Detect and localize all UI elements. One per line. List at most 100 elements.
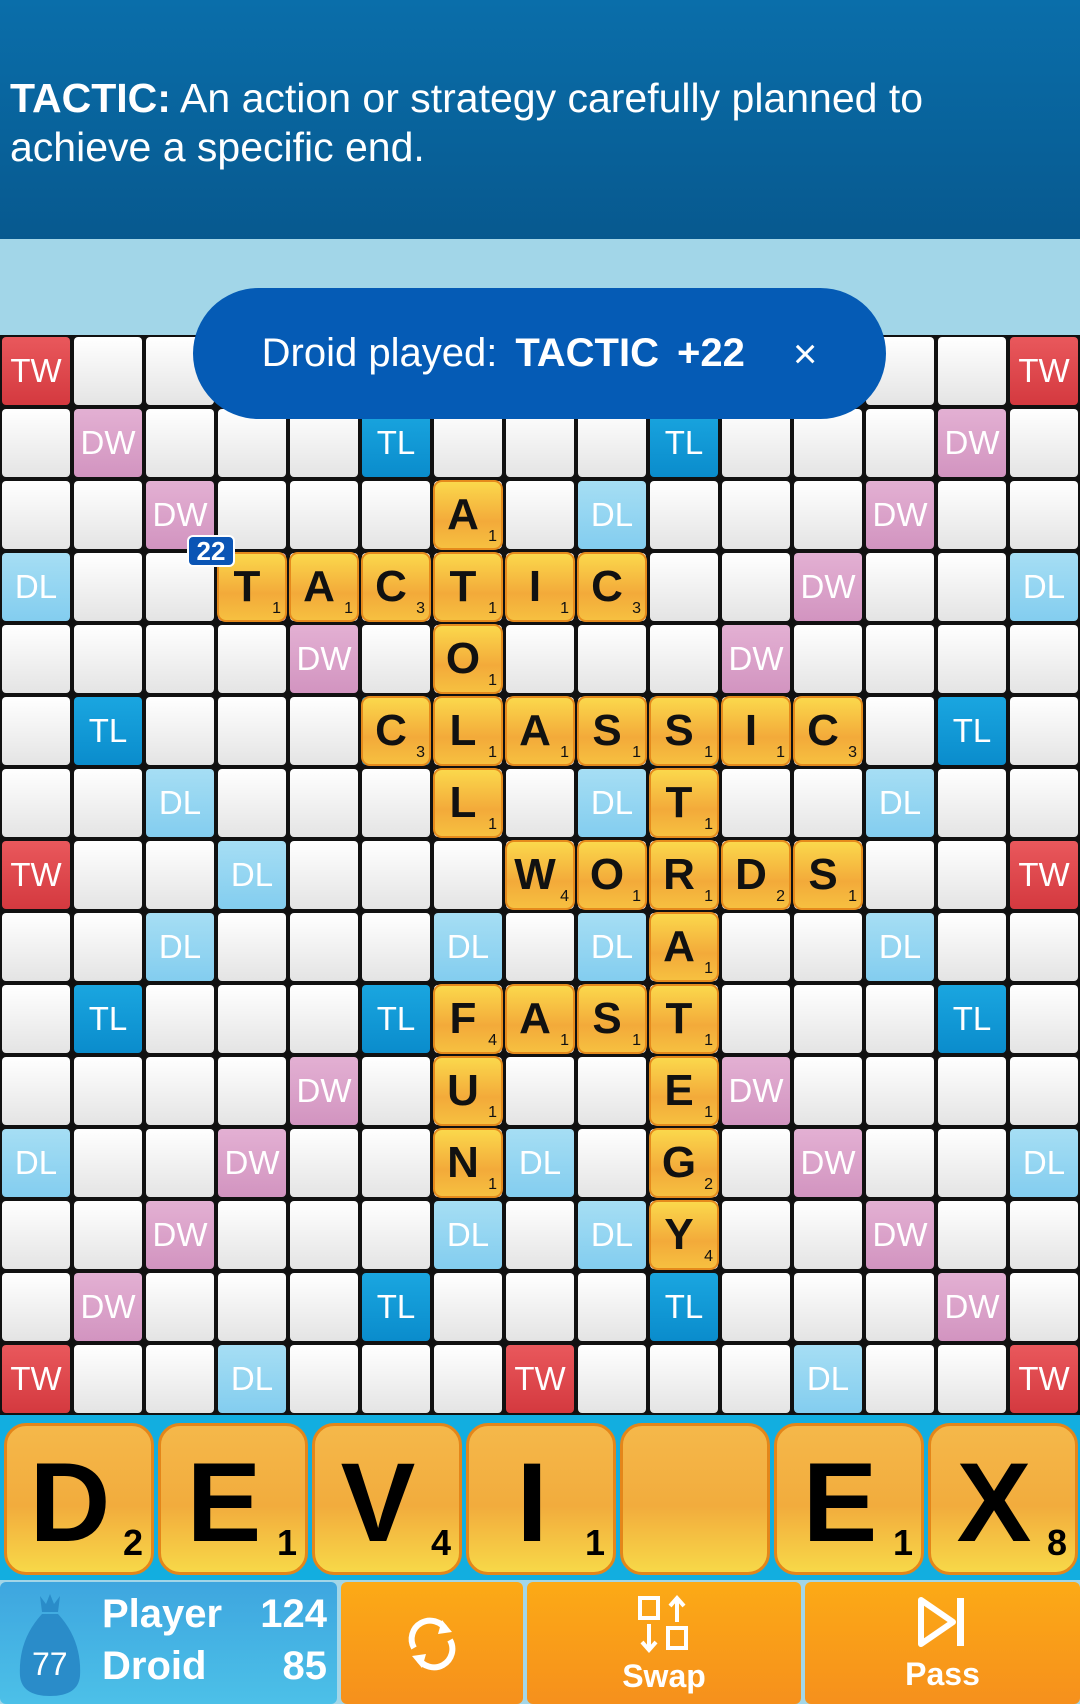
premium-square-dw[interactable]: DW bbox=[218, 1129, 286, 1197]
board-square[interactable] bbox=[794, 985, 862, 1053]
game-board[interactable]: TWDLTWDLTWDWTLTLDWDWDLDWDLDWDWDLDWDWTLTL… bbox=[0, 335, 1080, 1415]
premium-square-tl[interactable]: TL bbox=[938, 985, 1006, 1053]
premium-square-dw[interactable]: DW bbox=[866, 481, 934, 549]
board-square[interactable] bbox=[74, 1345, 142, 1413]
board-square[interactable] bbox=[362, 481, 430, 549]
board-square[interactable] bbox=[722, 1201, 790, 1269]
board-square[interactable] bbox=[506, 625, 574, 693]
pass-button[interactable]: Pass bbox=[805, 1582, 1080, 1704]
board-square[interactable] bbox=[74, 769, 142, 837]
board-square[interactable] bbox=[290, 1129, 358, 1197]
premium-square-dw[interactable]: DW bbox=[290, 1057, 358, 1125]
board-square[interactable] bbox=[650, 625, 718, 693]
board-square[interactable] bbox=[1010, 697, 1078, 765]
premium-square-tw[interactable]: TW bbox=[1010, 1345, 1078, 1413]
premium-square-tl[interactable]: TL bbox=[74, 985, 142, 1053]
premium-square-dl[interactable]: DL bbox=[506, 1129, 574, 1197]
board-square[interactable] bbox=[1010, 409, 1078, 477]
board-square[interactable] bbox=[578, 1129, 646, 1197]
board-square[interactable] bbox=[74, 1129, 142, 1197]
board-square[interactable] bbox=[1010, 1273, 1078, 1341]
board-square[interactable] bbox=[938, 481, 1006, 549]
board-square[interactable] bbox=[938, 1129, 1006, 1197]
premium-square-dl[interactable]: DL bbox=[578, 769, 646, 837]
board-square[interactable] bbox=[578, 625, 646, 693]
board-square[interactable] bbox=[722, 1345, 790, 1413]
board-square[interactable] bbox=[362, 1201, 430, 1269]
board-square[interactable] bbox=[362, 769, 430, 837]
board-square[interactable] bbox=[74, 625, 142, 693]
board-square[interactable] bbox=[290, 1345, 358, 1413]
board-square[interactable] bbox=[578, 1273, 646, 1341]
premium-square-tl[interactable]: TL bbox=[650, 1273, 718, 1341]
board-square[interactable] bbox=[650, 553, 718, 621]
premium-square-dl[interactable]: DL bbox=[2, 553, 70, 621]
premium-square-dl[interactable]: DL bbox=[1010, 553, 1078, 621]
premium-square-dw[interactable]: DW bbox=[938, 1273, 1006, 1341]
board-square[interactable] bbox=[146, 409, 214, 477]
premium-square-dl[interactable]: DL bbox=[578, 481, 646, 549]
premium-square-dl[interactable]: DL bbox=[794, 1345, 862, 1413]
board-square[interactable] bbox=[722, 409, 790, 477]
premium-square-dl[interactable]: DL bbox=[578, 1201, 646, 1269]
board-square[interactable] bbox=[362, 625, 430, 693]
premium-square-dw[interactable]: DW bbox=[938, 409, 1006, 477]
premium-square-tw[interactable]: TW bbox=[2, 337, 70, 405]
board-square[interactable] bbox=[650, 481, 718, 549]
board-square[interactable] bbox=[362, 841, 430, 909]
premium-square-dw[interactable]: DW bbox=[794, 1129, 862, 1197]
premium-square-tw[interactable]: TW bbox=[1010, 841, 1078, 909]
board-square[interactable] bbox=[866, 1129, 934, 1197]
board-square[interactable] bbox=[2, 409, 70, 477]
board-square[interactable] bbox=[218, 913, 286, 981]
premium-square-tl[interactable]: TL bbox=[74, 697, 142, 765]
board-square[interactable] bbox=[290, 841, 358, 909]
rack-tile[interactable]: X8 bbox=[928, 1423, 1078, 1575]
premium-square-dl[interactable]: DL bbox=[866, 913, 934, 981]
premium-square-tl[interactable]: TL bbox=[650, 409, 718, 477]
board-square[interactable] bbox=[794, 1201, 862, 1269]
board-square[interactable] bbox=[938, 625, 1006, 693]
board-square[interactable] bbox=[938, 769, 1006, 837]
board-square[interactable] bbox=[866, 625, 934, 693]
rack-tile-blank[interactable] bbox=[620, 1423, 770, 1575]
board-square[interactable] bbox=[938, 841, 1006, 909]
premium-square-dl[interactable]: DL bbox=[434, 913, 502, 981]
board-square[interactable] bbox=[146, 697, 214, 765]
board-square[interactable] bbox=[938, 913, 1006, 981]
board-square[interactable] bbox=[74, 337, 142, 405]
premium-square-dl[interactable]: DL bbox=[146, 913, 214, 981]
board-square[interactable] bbox=[362, 1345, 430, 1413]
board-square[interactable] bbox=[794, 1273, 862, 1341]
board-square[interactable] bbox=[2, 697, 70, 765]
board-square[interactable] bbox=[2, 1057, 70, 1125]
board-square[interactable] bbox=[506, 913, 574, 981]
premium-square-dl[interactable]: DL bbox=[218, 841, 286, 909]
premium-square-dl[interactable]: DL bbox=[434, 1201, 502, 1269]
board-square[interactable] bbox=[938, 337, 1006, 405]
board-square[interactable] bbox=[434, 841, 502, 909]
board-square[interactable] bbox=[2, 769, 70, 837]
board-square[interactable] bbox=[722, 913, 790, 981]
board-square[interactable] bbox=[74, 1201, 142, 1269]
board-square[interactable] bbox=[794, 409, 862, 477]
board-square[interactable] bbox=[74, 481, 142, 549]
board-square[interactable] bbox=[866, 697, 934, 765]
premium-square-tw[interactable]: TW bbox=[2, 841, 70, 909]
premium-square-dw[interactable]: DW bbox=[722, 1057, 790, 1125]
premium-square-dw[interactable]: DW bbox=[722, 625, 790, 693]
board-square[interactable] bbox=[218, 1273, 286, 1341]
premium-square-dl[interactable]: DL bbox=[866, 769, 934, 837]
board-square[interactable] bbox=[1010, 769, 1078, 837]
board-square[interactable] bbox=[938, 1201, 1006, 1269]
board-square[interactable] bbox=[722, 481, 790, 549]
rack-tile[interactable]: V4 bbox=[312, 1423, 462, 1575]
board-square[interactable] bbox=[578, 1057, 646, 1125]
board-square[interactable] bbox=[938, 1057, 1006, 1125]
board-square[interactable] bbox=[938, 553, 1006, 621]
board-square[interactable] bbox=[722, 1129, 790, 1197]
board-square[interactable] bbox=[290, 913, 358, 981]
board-square[interactable] bbox=[866, 1273, 934, 1341]
board-square[interactable] bbox=[506, 481, 574, 549]
board-square[interactable] bbox=[146, 1345, 214, 1413]
